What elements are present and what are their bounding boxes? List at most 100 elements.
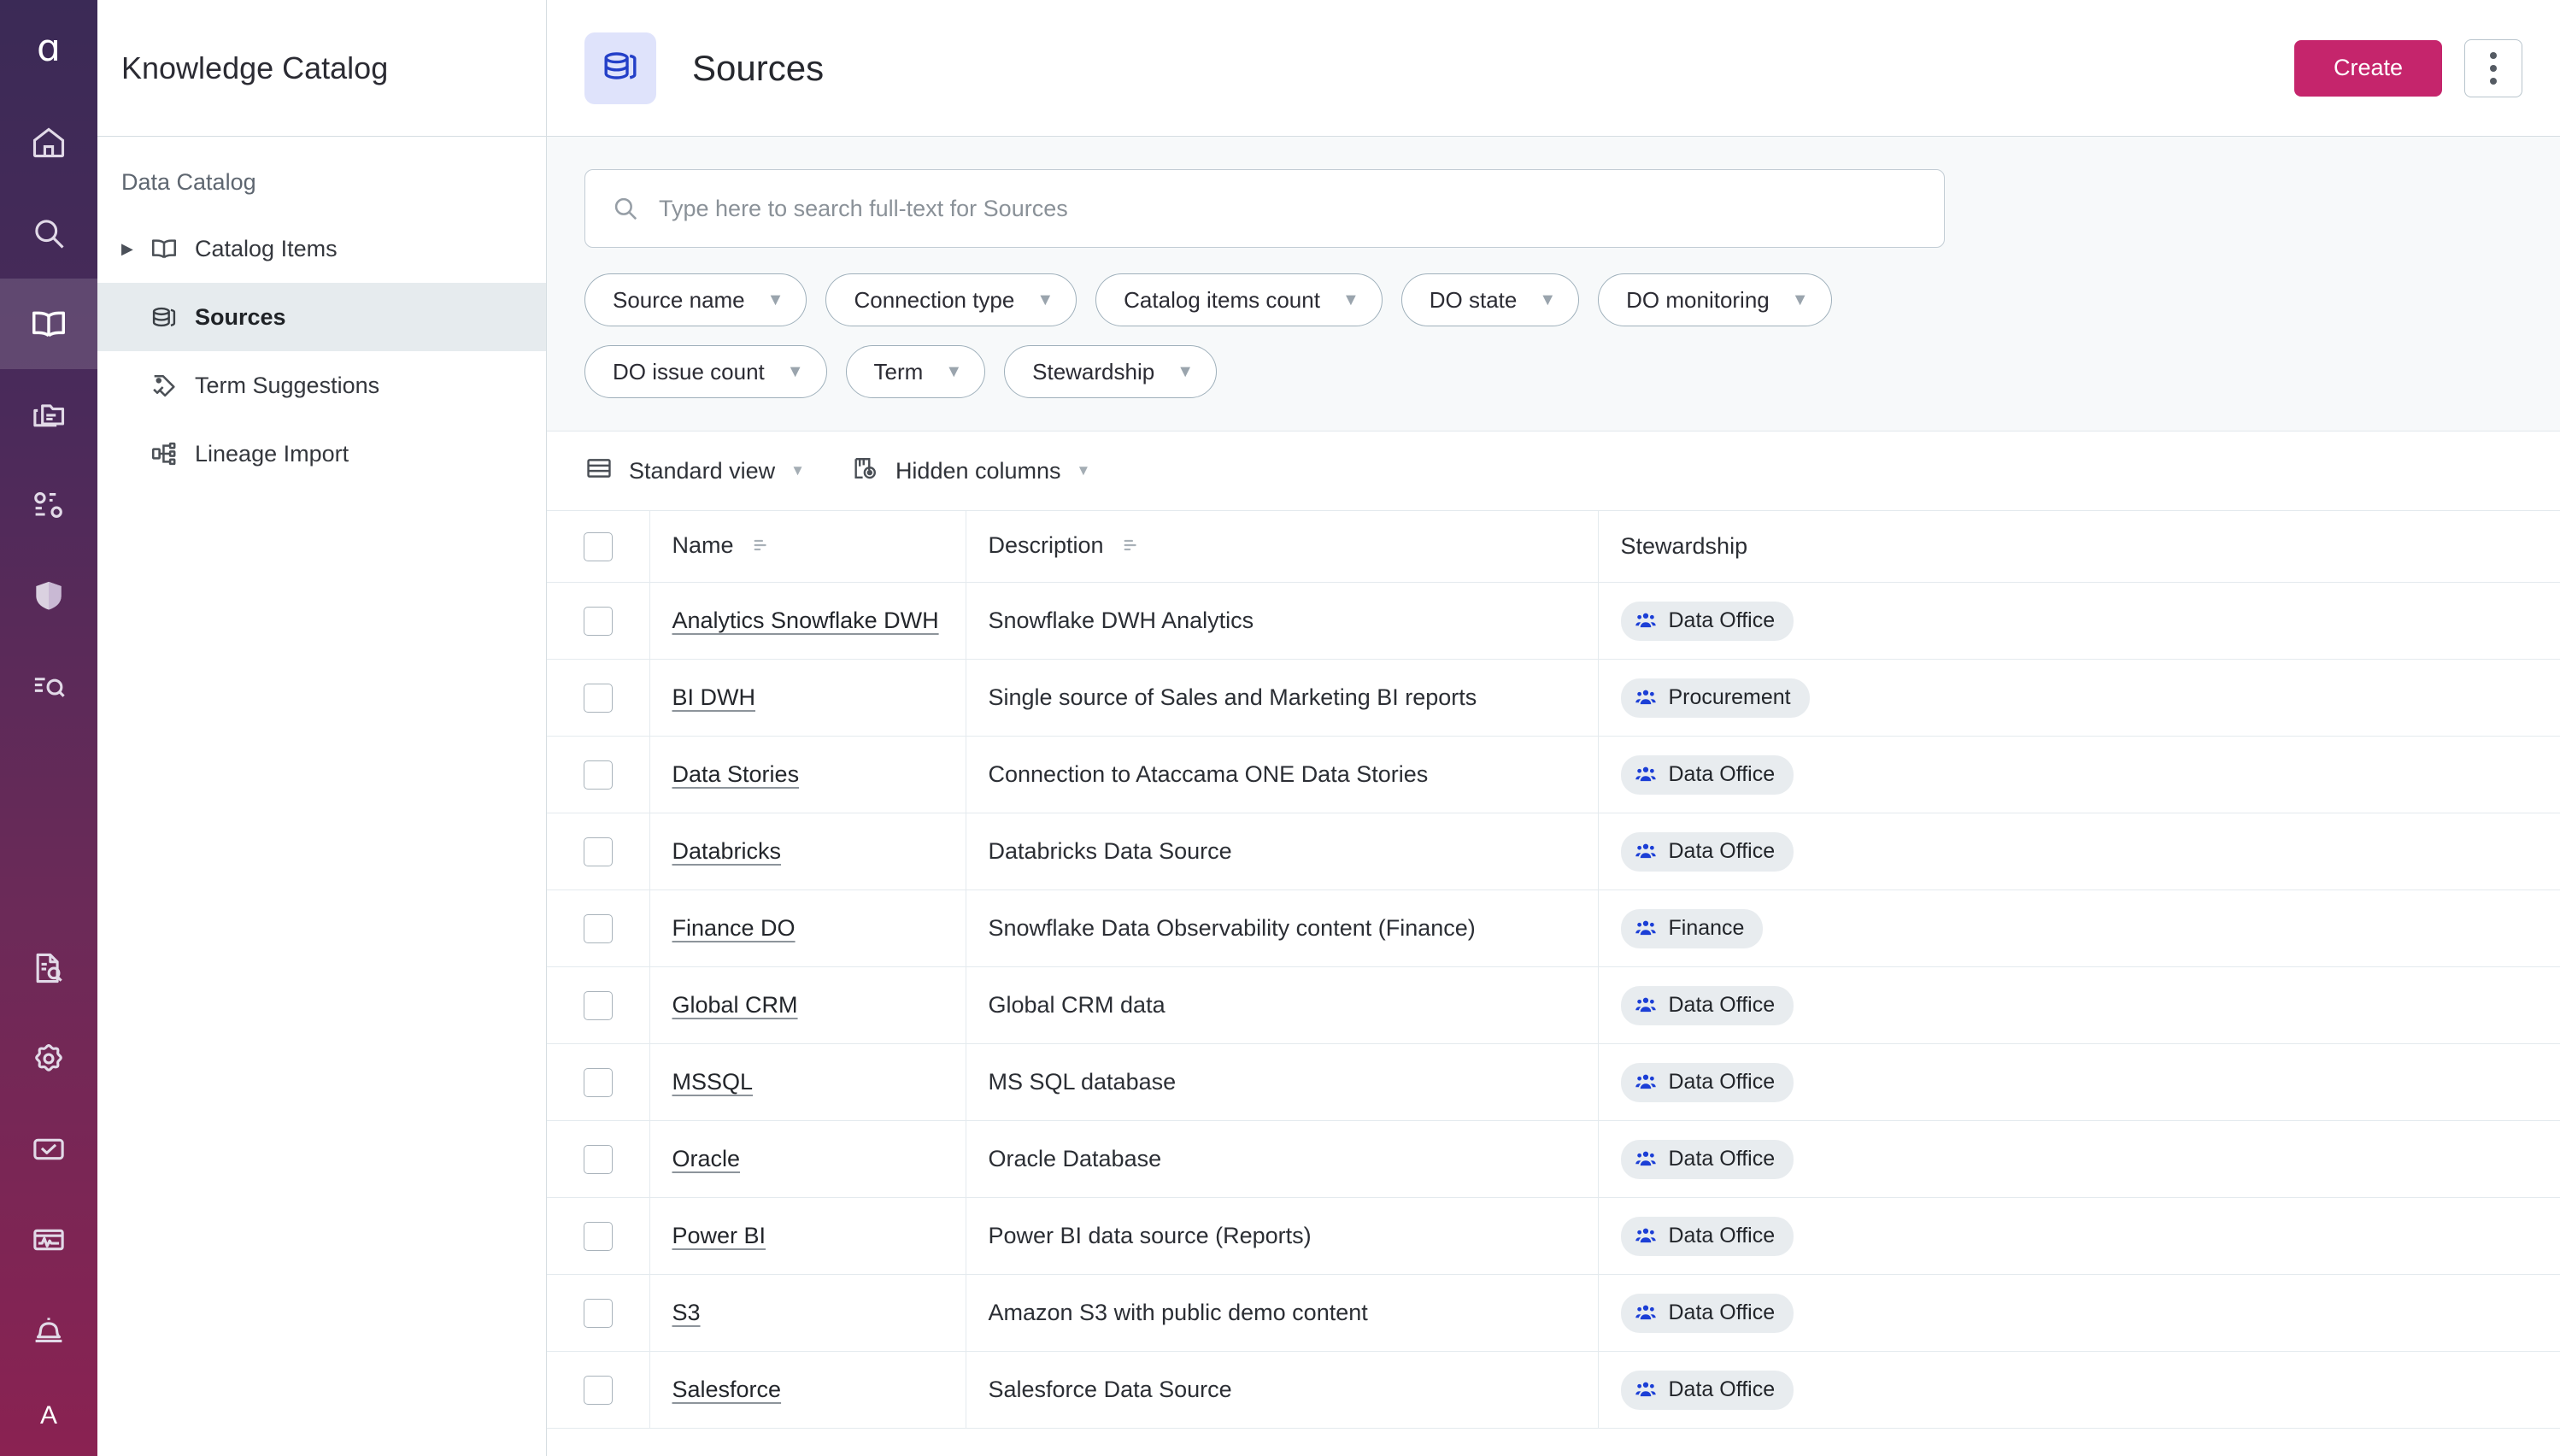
stewardship-badge[interactable]: Data Office bbox=[1620, 754, 1794, 795]
row-select-cell bbox=[547, 659, 650, 737]
database-stack-icon bbox=[145, 302, 183, 332]
cell-stewardship: Data Office bbox=[1598, 1120, 2560, 1198]
stewardship-badge[interactable]: Data Office bbox=[1620, 1293, 1794, 1333]
results-table-card: Standard view ▼ Hidden columns ▼ Name De… bbox=[547, 431, 2560, 1456]
sidebar-section-label: Data Catalog bbox=[121, 169, 256, 195]
table-row[interactable]: Analytics Snowflake DWH Snowflake DWH An… bbox=[547, 582, 2560, 660]
cell-description: Global CRM data bbox=[966, 966, 1599, 1044]
source-link[interactable]: Finance DO bbox=[672, 915, 796, 941]
row-checkbox[interactable] bbox=[583, 837, 613, 866]
source-link[interactable]: Databricks bbox=[672, 838, 782, 864]
source-link[interactable]: Oracle bbox=[672, 1146, 741, 1171]
stewardship-badge[interactable]: Data Office bbox=[1620, 1139, 1794, 1179]
source-link[interactable]: Power BI bbox=[672, 1223, 766, 1248]
rail-item-tasks[interactable] bbox=[0, 1104, 97, 1195]
chevron-right-icon[interactable]: ▶ bbox=[121, 240, 145, 258]
table-row[interactable]: BI DWH Single source of Sales and Market… bbox=[547, 659, 2560, 737]
source-link[interactable]: BI DWH bbox=[672, 684, 756, 710]
rail-item-reports[interactable] bbox=[0, 923, 97, 1013]
sidebar-item-lineage-import[interactable]: ▶ Lineage Import bbox=[97, 420, 546, 488]
stewardship-badge[interactable]: Data Office bbox=[1620, 1370, 1794, 1410]
table-row[interactable]: Oracle Oracle Database Data Office bbox=[547, 1120, 2560, 1198]
filter-chip-row: Source name ▼ Connection type ▼ Catalog … bbox=[547, 248, 1914, 398]
table-row[interactable]: Finance DO Snowflake Data Observability … bbox=[547, 889, 2560, 967]
rail-item-home[interactable] bbox=[0, 97, 97, 188]
filter-chip-do-monitoring[interactable]: DO monitoring ▼ bbox=[1598, 273, 1832, 326]
row-checkbox[interactable] bbox=[583, 606, 613, 636]
rail-item-governance[interactable] bbox=[0, 550, 97, 641]
search-input[interactable] bbox=[659, 195, 1918, 222]
app-logo[interactable]: ɑ bbox=[0, 0, 97, 97]
row-checkbox[interactable] bbox=[583, 1067, 613, 1097]
create-button[interactable]: Create bbox=[2293, 39, 2442, 97]
rail-item-notifications[interactable] bbox=[0, 1285, 97, 1376]
cell-name: Salesforce bbox=[649, 1351, 966, 1429]
row-checkbox[interactable] bbox=[583, 913, 613, 943]
stewardship-badge[interactable]: Data Office bbox=[1620, 1062, 1794, 1102]
cell-stewardship: Data Office bbox=[1598, 1043, 2560, 1121]
row-checkbox[interactable] bbox=[583, 683, 613, 713]
source-link[interactable]: Data Stories bbox=[672, 761, 800, 787]
filter-chip-do-state[interactable]: DO state ▼ bbox=[1400, 273, 1580, 326]
column-header-stewardship[interactable]: Stewardship bbox=[1598, 510, 2560, 583]
row-checkbox[interactable] bbox=[583, 1144, 613, 1174]
stewardship-badge[interactable]: Data Office bbox=[1620, 1216, 1794, 1256]
sort-icon[interactable] bbox=[1122, 534, 1141, 561]
search-box[interactable] bbox=[584, 169, 1945, 248]
rail-item-data-collections[interactable] bbox=[0, 369, 97, 460]
sidebar-item-catalog-items[interactable]: ▶ Catalog Items bbox=[97, 214, 546, 283]
row-checkbox[interactable] bbox=[583, 1221, 613, 1251]
rail-item-search[interactable] bbox=[0, 188, 97, 279]
rules-icon bbox=[30, 486, 68, 524]
source-link[interactable]: Global CRM bbox=[672, 992, 798, 1018]
filter-chip-term[interactable]: Term ▼ bbox=[845, 345, 986, 398]
rail-item-knowledge-catalog[interactable] bbox=[0, 279, 97, 369]
rail-item-monitoring[interactable] bbox=[0, 1195, 97, 1285]
stewardship-badge[interactable]: Procurement bbox=[1620, 678, 1810, 718]
table-row[interactable]: Power BI Power BI data source (Reports) bbox=[547, 1197, 2560, 1275]
stewardship-badge[interactable]: Data Office bbox=[1620, 831, 1794, 872]
avatar-initial: A bbox=[39, 1401, 57, 1430]
table-row[interactable]: Salesforce Salesforce Data Source Data O… bbox=[547, 1351, 2560, 1429]
table-row[interactable]: Global CRM Global CRM data Data Office bbox=[547, 966, 2560, 1044]
table-row[interactable]: MSSQL MS SQL database Data Office bbox=[547, 1043, 2560, 1121]
source-link[interactable]: S3 bbox=[672, 1300, 701, 1325]
stewardship-badge[interactable]: Data Office bbox=[1620, 601, 1794, 641]
hidden-columns-selector[interactable]: Hidden columns ▼ bbox=[851, 454, 1090, 489]
row-checkbox[interactable] bbox=[583, 760, 613, 790]
rail-item-data-observability[interactable] bbox=[0, 641, 97, 731]
sort-icon[interactable] bbox=[752, 534, 771, 561]
filter-chip-connection-type[interactable]: Connection type ▼ bbox=[825, 273, 1077, 326]
filter-chip-do-issue-count[interactable]: DO issue count ▼ bbox=[584, 345, 827, 398]
table-row[interactable]: Data Stories Connection to Ataccama ONE … bbox=[547, 736, 2560, 813]
stewardship-badge[interactable]: Data Office bbox=[1620, 985, 1794, 1025]
sidebar-item-sources[interactable]: ▶ Sources bbox=[97, 283, 546, 351]
column-header-name[interactable]: Name bbox=[649, 510, 966, 583]
row-select-cell bbox=[547, 889, 650, 967]
filter-chip-source-name[interactable]: Source name ▼ bbox=[584, 273, 807, 326]
view-selector[interactable]: Standard view ▼ bbox=[584, 454, 805, 489]
filter-chip-catalog-items-count[interactable]: Catalog items count ▼ bbox=[1095, 273, 1383, 326]
rail-item-data-quality[interactable] bbox=[0, 460, 97, 550]
source-link[interactable]: Analytics Snowflake DWH bbox=[672, 608, 939, 633]
row-checkbox[interactable] bbox=[583, 1298, 613, 1328]
rail-item-settings[interactable] bbox=[0, 1013, 97, 1104]
table-scroll-region[interactable]: Name Description Stewardship Analytics S… bbox=[547, 510, 2560, 1456]
row-select-cell bbox=[547, 582, 650, 660]
filter-chip-stewardship[interactable]: Stewardship ▼ bbox=[1004, 345, 1217, 398]
source-link[interactable]: Salesforce bbox=[672, 1377, 782, 1402]
column-header-description[interactable]: Description bbox=[966, 510, 1599, 583]
avatar[interactable]: A bbox=[0, 1376, 97, 1456]
row-checkbox[interactable] bbox=[583, 1375, 613, 1405]
more-actions-button[interactable] bbox=[2464, 38, 2522, 97]
cell-name: Data Stories bbox=[649, 736, 966, 813]
table-row[interactable]: Databricks Databricks Data Source Data O… bbox=[547, 813, 2560, 890]
table-row[interactable]: S3 Amazon S3 with public demo content Da… bbox=[547, 1274, 2560, 1352]
row-checkbox[interactable] bbox=[583, 990, 613, 1020]
select-all-checkbox[interactable] bbox=[583, 531, 613, 561]
stewardship-badge[interactable]: Finance bbox=[1620, 908, 1764, 948]
source-link[interactable]: MSSQL bbox=[672, 1069, 754, 1095]
sidebar-item-label: Term Suggestions bbox=[195, 372, 380, 398]
sidebar-item-term-suggestions[interactable]: ▶ Term Suggestions bbox=[97, 351, 546, 420]
group-icon bbox=[1635, 1379, 1657, 1401]
